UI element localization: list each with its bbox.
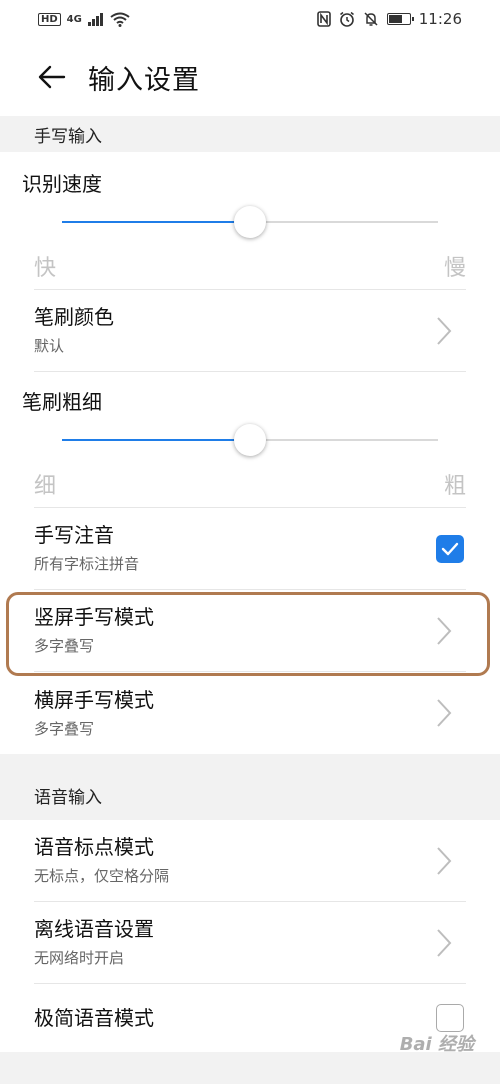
- brush-width-slider[interactable]: [62, 422, 438, 458]
- brush-color-value: 默认: [34, 337, 65, 355]
- check-icon: [441, 542, 459, 555]
- clock: 11:26: [418, 10, 462, 28]
- offline-voice-title: 离线语音设置: [34, 917, 154, 941]
- slider-fill: [62, 439, 250, 441]
- phonetic-subtitle: 所有字标注拼音: [34, 555, 140, 573]
- battery-icon: [386, 13, 414, 25]
- punctuation-mode-title: 语音标点模式: [34, 835, 154, 859]
- mute-icon: [364, 12, 378, 26]
- chevron-right-icon: [437, 699, 452, 727]
- landscape-mode-title: 横屏手写模式: [34, 687, 154, 712]
- page-title: 输入设置: [88, 64, 200, 96]
- brush-width-label: 笔刷粗细: [22, 390, 102, 414]
- minimal-voice-title: 极简语音模式: [34, 1006, 154, 1030]
- portrait-handwriting-mode-row[interactable]: 竖屏手写模式 多字叠写: [34, 590, 466, 672]
- voice-punctuation-mode-row[interactable]: 语音标点模式 无标点，仅空格分隔: [34, 820, 466, 902]
- watermark: Bai 经验: [399, 1034, 474, 1055]
- speed-min-label: 快: [34, 256, 57, 281]
- width-min-label: 细: [34, 474, 57, 499]
- alarm-icon: [339, 11, 354, 27]
- nfc-icon: [316, 11, 331, 27]
- section-header-handwriting: 手写输入: [0, 116, 500, 152]
- slider-fill: [62, 221, 250, 223]
- recognition-speed-label: 识别速度: [22, 172, 102, 196]
- landscape-handwriting-mode-row[interactable]: 横屏手写模式 多字叠写: [34, 672, 466, 754]
- handwriting-phonetic-row[interactable]: 手写注音 所有字标注拼音: [34, 508, 466, 590]
- punctuation-mode-value: 无标点，仅空格分隔: [34, 867, 170, 885]
- width-max-label: 粗: [443, 474, 466, 499]
- wifi-icon: [110, 12, 130, 27]
- signal-icon: [87, 13, 103, 26]
- minimal-voice-checkbox[interactable]: [436, 1004, 464, 1032]
- brush-width-range: 细 粗: [34, 468, 466, 508]
- portrait-mode-title: 竖屏手写模式: [34, 605, 154, 629]
- portrait-mode-value: 多字叠写: [34, 637, 95, 655]
- phonetic-checkbox[interactable]: [436, 534, 464, 563]
- hd-badge: HD: [38, 12, 61, 26]
- back-button[interactable]: [34, 59, 70, 95]
- landscape-mode-value: 多字叠写: [34, 719, 95, 738]
- chevron-right-icon: [437, 316, 452, 345]
- recognition-speed-slider[interactable]: [62, 204, 438, 240]
- speed-max-label: 慢: [443, 256, 466, 281]
- brush-color-row[interactable]: 笔刷颜色 默认: [34, 290, 466, 372]
- offline-voice-settings-row[interactable]: 离线语音设置 无网络时开启: [34, 902, 466, 984]
- recognition-speed-range: 快 慢: [34, 250, 466, 290]
- bottom-spacer: [0, 1052, 500, 1084]
- status-bar: HD 4G 11:26: [0, 0, 500, 38]
- chevron-right-icon: [437, 616, 452, 645]
- chevron-right-icon: [437, 846, 452, 875]
- network-type: 4G: [66, 13, 82, 25]
- arrow-left-icon: [38, 65, 66, 89]
- slider-thumb[interactable]: [234, 424, 266, 456]
- section-header-voice: 语音输入: [0, 754, 500, 820]
- chevron-right-icon: [437, 928, 452, 957]
- offline-voice-value: 无网络时开启: [34, 949, 125, 967]
- slider-thumb[interactable]: [234, 206, 266, 238]
- brush-color-title: 笔刷颜色: [34, 305, 114, 329]
- app-header: 输入设置: [0, 38, 500, 116]
- phonetic-title: 手写注音: [34, 523, 114, 547]
